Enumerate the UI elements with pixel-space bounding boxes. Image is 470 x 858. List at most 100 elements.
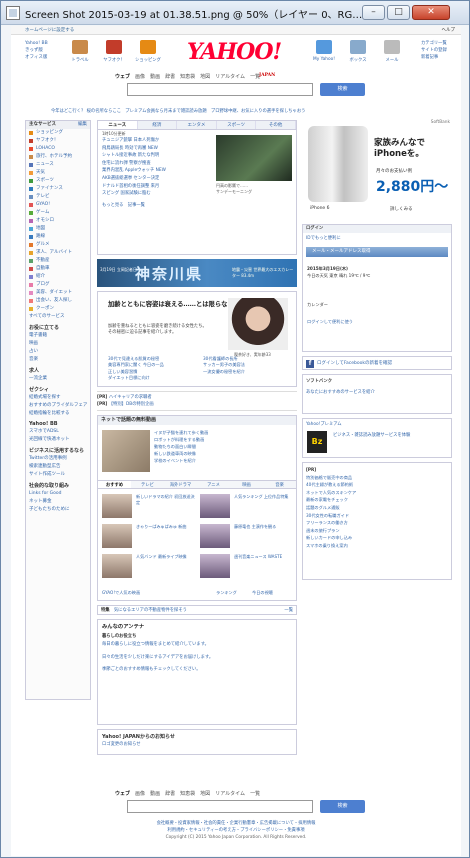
tab-movie[interactable]: 映画 [230,481,263,488]
softbank-link[interactable]: あなたにおすすめのサービスを紹介 [306,389,448,396]
sidebar-item[interactable]: グルメ [26,241,90,249]
tab-anime[interactable]: アニメ [197,481,230,488]
video-link[interactable]: ロボットが料理をする動画 [154,436,294,443]
sidebar-item[interactable]: スポーツ [26,177,90,185]
video-title[interactable]: 週刊音楽ニュース WASTE [234,554,294,560]
search-tab-video[interactable]: 動画 [150,74,160,80]
search-tab-map[interactable]: 地図 [200,74,210,80]
video-thumb[interactable] [200,554,230,578]
video-title[interactable]: 藤原竜也 主演作を観る [234,524,294,530]
list-item[interactable]: 検索連動型広告 [26,463,90,471]
sidebar-item[interactable]: 美容、ダイエット [26,289,90,297]
alert-bar[interactable]: 今年はどこ行く？ 桜の名所ならここ プレミアム会員なら月末まで雑誌読み放題 プロ… [51,108,446,116]
feature-photo[interactable] [228,298,288,350]
pr-item[interactable]: 特別価格で販売中の商品 [306,474,448,482]
sidebar-item[interactable]: 不動産 [26,257,90,265]
sidebar-item[interactable]: クーポン [26,305,90,313]
list-item[interactable]: 光回線で快適ネット [26,436,90,444]
tab-economy[interactable]: 経済 [138,121,178,129]
calendar-link[interactable]: カレンダー [307,301,447,308]
search-tab-web[interactable]: ウェブ [115,791,130,797]
login-link[interactable]: IDでもっと便利に [303,233,451,244]
pr-link[interactable]: ハイキャリアの求職者 [109,395,152,400]
search-tab-list[interactable]: 一覧 [250,74,260,80]
box-service[interactable]: ボックス [345,40,371,63]
list-item[interactable]: 音楽 [26,356,90,364]
footer-search-input[interactable] [127,800,313,813]
news-item[interactable]: チュニジア銃撃 日本人死傷か [102,137,212,145]
video-link[interactable]: 学校のイベントを紹介 [154,457,294,464]
sidebar-item[interactable]: GYAO! [26,201,90,209]
search-tab-video[interactable]: 動画 [150,791,160,797]
myyahoo-service[interactable]: My Yahoo! [311,40,337,62]
sidebar-item[interactable]: ニュース [26,161,90,169]
search-tab-map[interactable]: 地図 [200,791,210,797]
list-item[interactable]: 映画 [26,340,90,348]
search-tab-realtime[interactable]: リアルタイム [215,74,245,80]
video-title[interactable]: 人気ランキング 上位作品特集 [234,494,294,500]
sidebar-item[interactable]: 地図 [26,225,90,233]
tab-entertainment[interactable]: エンタメ [177,121,217,129]
mail-service[interactable]: メール [379,40,405,63]
shopping-service[interactable]: ショッピング [135,40,161,63]
kanagawa-banner[interactable]: 3月19日 立岡記者日 神奈川県 地震・災害 世界最大のエスカレーター 83.4… [97,259,297,287]
pr-item[interactable]: スマホの乗り換え案内 [306,542,448,550]
search-tab-realtime[interactable]: リアルタイム [215,791,245,797]
sidebar-item[interactable]: 天気 [26,169,90,177]
tab-recommended[interactable]: おすすめ [98,481,131,488]
footer-links-row[interactable]: 会社概要・投資家情報・社会的責任・企業行動憲章・広告掲載について・採用情報 [11,820,461,827]
list-item[interactable]: Twitterの活用事例 [26,455,90,463]
yahoo-logo[interactable]: YAHOO! JAPAN [187,40,287,78]
sidebar-item[interactable]: LOHACO [26,145,90,153]
pr-item[interactable]: 40代主婦が教える節約術 [306,481,448,489]
news-item[interactable]: スピング 国家試験に臨む [102,190,212,198]
kids-link[interactable]: きっず版 [25,47,48,54]
sidebar-item[interactable]: ヤフオク！ [26,137,90,145]
login-news-link[interactable]: ログインして便利に使う [307,318,447,325]
more-link[interactable]: 一覧 [284,606,293,615]
search-button[interactable]: 検索 [320,83,365,96]
pr-link[interactable]: 【特別】DBの特別企画 [109,402,154,407]
news-item[interactable]: 飛鳥鶏局長 時効で再審 NEW [102,145,212,153]
title-bar[interactable]: Screen Shot 2015-03-19 at 01.38.51.png @… [1,1,469,25]
sidebar-item[interactable]: ショッピング [26,129,90,137]
list-item[interactable]: スマホでADSL [26,428,90,436]
video-thumb[interactable] [200,494,230,518]
sidebar-item[interactable]: 求人、アルバイト [26,249,90,257]
bb-link[interactable]: Yahoo! BB [25,40,48,47]
video-title[interactable]: 人気バンド 最新ライブ映像 [136,554,196,560]
register-link[interactable]: サイトの登録 [421,47,447,54]
list-item[interactable]: 結婚式場を探す [26,394,90,402]
list-item[interactable]: 一流企業 [26,375,90,383]
list-item[interactable]: 子どもたちのために [26,506,90,514]
feature-link[interactable]: ダイエット目標に向け [108,375,199,381]
sidebar-item[interactable]: 紹介 [26,273,90,281]
video-link[interactable]: 動物たちの面白い瞬間 [154,443,294,450]
news-item[interactable]: 住宅に流れ弾 警察が捜査 [102,160,212,168]
search-tab-image[interactable]: 画像 [135,791,145,797]
sidebar-item[interactable]: 旅行、ホテル予約 [26,153,90,161]
list-item[interactable]: サイト作成ツール [26,471,90,479]
antenna-item[interactable]: 季節ごとのおすすめ情報もチェックしてください。 [102,667,292,674]
sidebar-item[interactable]: オモシロ [26,217,90,225]
mail-bar[interactable]: メール・メールアドレス取得 [306,247,448,257]
tab-music[interactable]: 音楽 [263,481,296,488]
video-thumb[interactable] [102,524,132,548]
auction-service[interactable]: ヤフオク！ [101,40,127,63]
list-item[interactable]: 結婚指輪を比較する [26,410,90,418]
premium-title[interactable]: Yahoo!プレミアム [306,422,448,429]
tokusyu-bar[interactable]: 特集 気になるエリアの不動産物件を探そう 一覧 [97,605,297,615]
minimize-button[interactable]: – [362,5,385,20]
ad-more-link[interactable]: 詳しくみる [390,206,413,212]
news-item[interactable]: ドナルド首相の後任調整 来月 [102,183,212,191]
video-thumb[interactable] [200,524,230,548]
feature-headline[interactable]: 加齢とともに容姿は衰える……とは限らない？ [108,300,240,309]
news-item[interactable]: シャトル接近事故 新たな判明 [102,152,212,160]
sidebar-item[interactable]: テレビ [26,193,90,201]
pr-item[interactable]: 最新の家電をチェック [306,496,448,504]
weather-text[interactable]: 今日の天気 東京 晴れ 19℃ / 9℃ [307,272,447,279]
search-input[interactable] [127,83,313,96]
category-link[interactable]: カテゴリ一覧 [421,40,447,47]
tab-other[interactable]: その他 [256,121,296,129]
video-title[interactable]: きゃりーぱみゅぱみゅ 新曲 [136,524,196,530]
